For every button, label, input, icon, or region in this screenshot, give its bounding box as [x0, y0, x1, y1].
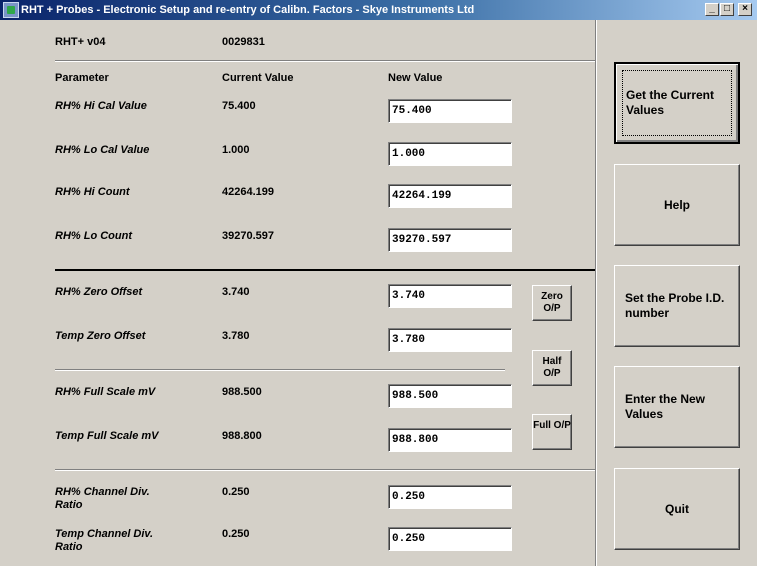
section-divider	[55, 269, 595, 271]
new-value-input[interactable]: 0.250	[388, 527, 512, 551]
get-current-values-button[interactable]: Get the Current Values	[614, 62, 740, 144]
param-label: RH% Hi Count	[55, 186, 130, 198]
app-icon	[3, 2, 19, 18]
get-current-values-label: Get the Current Values	[626, 88, 715, 117]
help-label: Help	[663, 197, 690, 212]
quit-label: Quit	[665, 501, 689, 516]
param-label: RH% Full Scale mV	[55, 386, 156, 398]
param-label: Temp Full Scale mV	[55, 430, 159, 442]
main-panel: RHT+ v04 0029831 Parameter Current Value…	[0, 20, 757, 566]
current-value: 75.400	[222, 100, 256, 112]
new-value-input[interactable]: 42264.199	[388, 184, 512, 208]
current-value: 0.250	[222, 486, 250, 498]
new-value-input[interactable]: 39270.597	[388, 228, 512, 252]
column-header-current: Current Value	[222, 72, 294, 84]
set-probe-id-label: Set the Probe I.D. number	[625, 291, 725, 320]
zero-output-button[interactable]: Zero O/P	[532, 285, 572, 321]
param-label: RH% Lo Cal Value	[55, 144, 150, 156]
maximize-button[interactable]: □	[720, 3, 734, 16]
current-value: 42264.199	[222, 186, 274, 198]
application-window: RHT + Probes - Electronic Setup and re-e…	[0, 0, 757, 566]
full-output-button[interactable]: Full O/P	[532, 414, 572, 450]
title-bar[interactable]: RHT + Probes - Electronic Setup and re-e…	[0, 0, 757, 20]
param-label: RH% Hi Cal Value	[55, 100, 147, 112]
current-value: 988.500	[222, 386, 262, 398]
serial-number: 0029831	[222, 36, 265, 48]
current-value: 3.780	[222, 330, 250, 342]
new-value-input[interactable]: 988.800	[388, 428, 512, 452]
column-header-parameter: Parameter	[55, 72, 109, 84]
window-title: RHT + Probes - Electronic Setup and re-e…	[21, 4, 475, 16]
enter-new-values-button[interactable]: Enter the New Values	[614, 366, 740, 448]
column-header-new: New Value	[388, 72, 443, 84]
new-value-input[interactable]: 1.000	[388, 142, 512, 166]
current-value: 39270.597	[222, 230, 274, 242]
new-value-input[interactable]: 988.500	[388, 384, 512, 408]
new-value-input[interactable]: 3.740	[388, 284, 512, 308]
param-label: RH% Channel Div. Ratio	[55, 486, 150, 511]
half-output-button[interactable]: Half O/P	[532, 350, 572, 386]
enter-new-values-label: Enter the New Values	[625, 392, 706, 421]
new-value-input[interactable]: 75.400	[388, 99, 512, 123]
current-value: 3.740	[222, 286, 250, 298]
param-label: Temp Zero Offset	[55, 330, 146, 342]
set-probe-id-button[interactable]: Set the Probe I.D. number	[614, 265, 740, 347]
param-label: RH% Lo Count	[55, 230, 132, 242]
current-value: 1.000	[222, 144, 250, 156]
close-button[interactable]: ×	[738, 3, 752, 16]
help-button[interactable]: Help	[614, 164, 740, 246]
quit-button[interactable]: Quit	[614, 468, 740, 550]
param-label: RH% Zero Offset	[55, 286, 143, 298]
minimize-button[interactable]: _	[705, 3, 719, 16]
new-value-input[interactable]: 0.250	[388, 485, 512, 509]
current-value: 988.800	[222, 430, 262, 442]
model-label: RHT+ v04	[55, 36, 106, 48]
param-label: Temp Channel Div. Ratio	[55, 528, 154, 553]
new-value-input[interactable]: 3.780	[388, 328, 512, 352]
current-value: 0.250	[222, 528, 250, 540]
